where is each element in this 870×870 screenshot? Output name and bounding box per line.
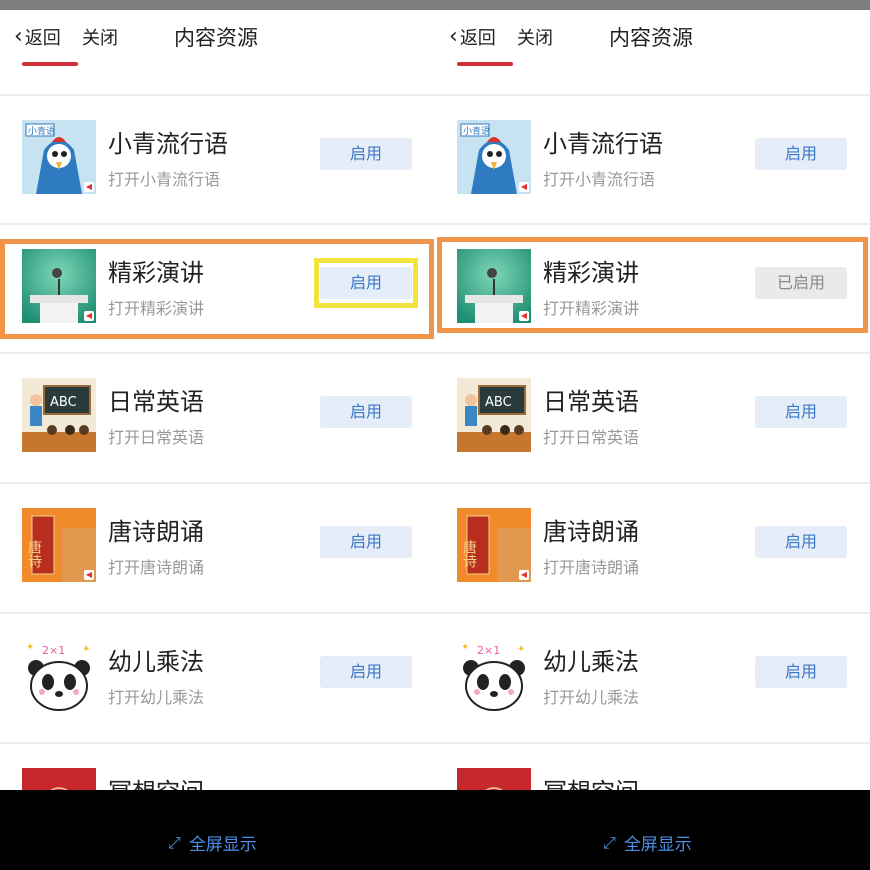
cartoon-chicken-icon: 小青语 ◀ (22, 120, 96, 194)
list-item[interactable]: 2×1 ✦ ✦ 幼儿乘法 打开幼儿乘法 启用 (435, 614, 870, 742)
list-item[interactable]: 冥想空间 (0, 744, 435, 790)
item-subtitle: 打开日常英语 (543, 428, 640, 447)
fullscreen-label: 全屏显示 (188, 835, 257, 855)
cartoon-chicken-icon: 小青语 ◀ (457, 120, 531, 194)
list-item[interactable]: 冥想空间 (435, 744, 870, 790)
item-name: 日常英语 (108, 388, 204, 416)
app-badge-icon: ◀ (84, 182, 94, 192)
item-name: 冥想空间 (543, 772, 639, 790)
nav-bar: ‹ 返回 关闭 内容资源 (0, 10, 435, 62)
item-subtitle: 打开小青流行语 (543, 170, 656, 189)
tang-poem-title: 唐诗 (461, 539, 477, 568)
back-label: 返回 (459, 28, 496, 49)
item-subtitle: 打开日常英语 (108, 428, 205, 447)
item-name: 冥想空间 (108, 772, 204, 790)
list-item[interactable]: 2×1 ✦ ✦ 幼儿乘法 打开幼儿乘法 启用 (0, 614, 435, 742)
list-item[interactable]: ABC 日常英语 打开日常英语 启用 (0, 354, 435, 482)
chicken-tag: 小青语 (463, 125, 490, 137)
enable-button[interactable]: 启用 (320, 526, 412, 558)
previous-item-thumbnail (457, 62, 513, 66)
status-bar (0, 0, 435, 10)
abc-board: ABC (50, 395, 77, 410)
enable-button[interactable]: 启用 (320, 138, 412, 170)
button-highlight-box (314, 258, 418, 308)
expand-icon: ⤢ (168, 832, 181, 852)
classroom-abc-icon: ABC (457, 378, 531, 452)
panda-multiplication-icon: 2×1 ✦ ✦ (22, 638, 96, 712)
tang-poetry-icon: 唐诗 ◀ (457, 508, 531, 582)
nav-bar: ‹ 返回 关闭 内容资源 (435, 10, 870, 62)
bottom-bar (0, 790, 870, 870)
item-subtitle: 打开幼儿乘法 (543, 688, 640, 707)
item-subtitle: 打开唐诗朗诵 (108, 558, 205, 577)
back-button[interactable]: ‹ 返回 (14, 24, 61, 50)
item-subtitle: 打开小青流行语 (108, 170, 221, 189)
close-button[interactable]: 关闭 (82, 24, 118, 50)
list-item[interactable]: ABC 日常英语 打开日常英语 启用 (435, 354, 870, 482)
mult-label: 2×1 (477, 644, 500, 657)
page-title: 内容资源 (174, 26, 258, 50)
enable-button[interactable]: 启用 (755, 526, 847, 558)
item-name: 小青流行语 (108, 130, 228, 158)
highlight-box (437, 237, 868, 333)
enable-button[interactable]: 启用 (320, 656, 412, 688)
item-name: 幼儿乘法 (108, 648, 204, 676)
svg-text:✦: ✦ (461, 642, 469, 653)
enable-button[interactable]: 启用 (320, 396, 412, 428)
classroom-abc-icon: ABC (22, 378, 96, 452)
list-item[interactable]: 小青语 ◀ 小青流行语 打开小青流行语 启用 (0, 96, 435, 224)
app-badge-icon: ◀ (84, 570, 94, 580)
tang-poem-title: 唐诗 (26, 539, 42, 568)
fullscreen-label: 全屏显示 (623, 835, 692, 855)
status-bar (435, 0, 870, 10)
enable-button[interactable]: 启用 (755, 656, 847, 688)
close-button[interactable]: 关闭 (517, 24, 553, 50)
enable-button[interactable]: 启用 (755, 138, 847, 170)
item-name: 小青流行语 (543, 130, 663, 158)
left-panel: ‹ 返回 关闭 内容资源 小青语 ◀ 小青流行语 打开小青流行语 启用 ◀ 精彩… (0, 0, 435, 790)
item-name: 唐诗朗诵 (543, 518, 639, 546)
app-badge-icon: ◀ (519, 182, 529, 192)
fullscreen-button[interactable]: ⤢ 全屏显示 (168, 830, 257, 856)
item-subtitle: 打开幼儿乘法 (108, 688, 205, 707)
list-item[interactable]: 唐诗 ◀ 唐诗朗诵 打开唐诗朗诵 启用 (435, 484, 870, 612)
svg-text:✦: ✦ (26, 642, 34, 653)
back-label: 返回 (24, 28, 61, 49)
meditation-mandala-icon (457, 768, 531, 790)
mult-label: 2×1 (42, 644, 65, 657)
meditation-mandala-icon (22, 768, 96, 790)
list-item[interactable]: 唐诗 ◀ 唐诗朗诵 打开唐诗朗诵 启用 (0, 484, 435, 612)
panda-multiplication-icon: 2×1 ✦ ✦ (457, 638, 531, 712)
fullscreen-button[interactable]: ⤢ 全屏显示 (603, 830, 692, 856)
svg-text:✦: ✦ (517, 644, 525, 655)
item-name: 唐诗朗诵 (108, 518, 204, 546)
page-title: 内容资源 (609, 26, 693, 50)
tang-poetry-icon: 唐诗 ◀ (22, 508, 96, 582)
right-panel: ‹ 返回 关闭 内容资源 小青语 ◀ 小青流行语 打开小青流行语 启用 ◀ 精彩… (435, 0, 870, 790)
expand-icon: ⤢ (603, 832, 616, 852)
back-button[interactable]: ‹ 返回 (449, 24, 496, 50)
item-name: 幼儿乘法 (543, 648, 639, 676)
abc-board: ABC (485, 395, 512, 410)
chicken-tag: 小青语 (28, 125, 55, 137)
chevron-left-icon: ‹ (14, 24, 23, 49)
chevron-left-icon: ‹ (449, 24, 458, 49)
previous-item-thumbnail (22, 62, 78, 66)
list-item[interactable]: 小青语 ◀ 小青流行语 打开小青流行语 启用 (435, 96, 870, 224)
enable-button[interactable]: 启用 (755, 396, 847, 428)
app-badge-icon: ◀ (519, 570, 529, 580)
item-subtitle: 打开唐诗朗诵 (543, 558, 640, 577)
item-name: 日常英语 (543, 388, 639, 416)
svg-text:✦: ✦ (82, 644, 90, 655)
